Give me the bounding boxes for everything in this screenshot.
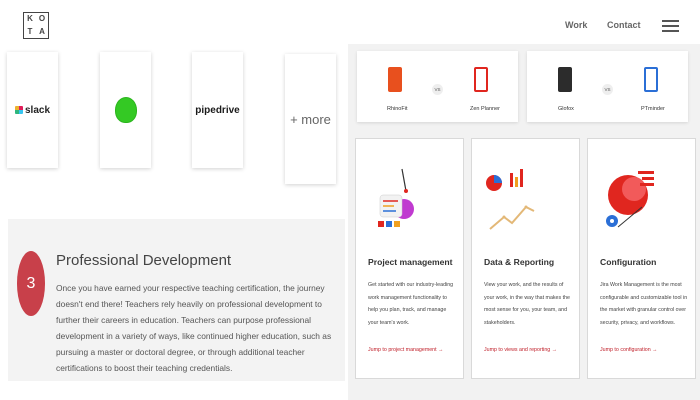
project-management-illustration-icon bbox=[378, 168, 414, 227]
comparison-card-rhinofit-zenplanner[interactable]: VS RhinoFit Zen Planner bbox=[357, 51, 518, 122]
pipedrive-label: pipedrive bbox=[195, 104, 240, 116]
feature-card-data-reporting[interactable]: Data & Reporting View your work, and the… bbox=[471, 138, 580, 379]
nav-work-link[interactable]: Work bbox=[565, 20, 587, 30]
feature-card-configuration[interactable]: Configuration Jira Work Management is th… bbox=[587, 138, 696, 379]
feature-card-project-management[interactable]: Project management Get started with our … bbox=[355, 138, 464, 379]
data-reporting-illustration-icon bbox=[486, 169, 535, 230]
jump-to-configuration-link[interactable]: Jump to configuration → bbox=[600, 347, 657, 353]
feature-body: Jira Work Management is the most configu… bbox=[600, 282, 688, 326]
step-number-badge: 3 bbox=[17, 251, 45, 316]
zenplanner-logo-icon bbox=[474, 67, 488, 92]
nav-contact-link[interactable]: Contact bbox=[607, 20, 641, 30]
integration-tile-cloud[interactable] bbox=[100, 52, 151, 168]
professional-development-body: Once you have earned your respective tea… bbox=[56, 283, 332, 373]
feature-body: View your work, and the results of your … bbox=[484, 282, 570, 326]
hamburger-menu-icon[interactable] bbox=[662, 20, 679, 32]
feature-body: Get started with our industry-leading wo… bbox=[368, 282, 454, 326]
configuration-illustration-icon bbox=[606, 171, 654, 228]
zenplanner-label: Zen Planner bbox=[470, 106, 500, 112]
more-label: + more bbox=[290, 111, 331, 127]
integration-tile-slack[interactable]: slack bbox=[7, 52, 58, 168]
feature-title: Project management bbox=[368, 257, 453, 267]
vs-badge: VS bbox=[432, 84, 443, 95]
jump-to-project-management-link[interactable]: Jump to project management → bbox=[368, 347, 443, 353]
comparison-card-glofox-ptminder[interactable]: VS Glofox PTminder bbox=[527, 51, 688, 122]
glofox-label: Glofox bbox=[558, 106, 574, 112]
professional-development-title: Professional Development bbox=[56, 252, 232, 269]
rhinofit-logo-icon bbox=[388, 67, 402, 92]
feature-title: Data & Reporting bbox=[484, 257, 555, 267]
green-cloud-logo-icon bbox=[115, 98, 136, 122]
slack-label: slack bbox=[24, 104, 51, 116]
ptminder-label: PTminder bbox=[641, 106, 665, 112]
rhinofit-label: RhinoFit bbox=[387, 106, 408, 112]
integration-tile-pipedrive[interactable]: pipedrive bbox=[192, 52, 243, 168]
ptminder-logo-icon bbox=[644, 67, 658, 92]
jump-to-views-reporting-link[interactable]: Jump to views and reporting → bbox=[484, 347, 557, 353]
slack-logo-icon bbox=[14, 106, 23, 114]
glofox-logo-icon bbox=[558, 67, 572, 92]
vs-badge: VS bbox=[602, 84, 613, 95]
top-nav: Work Contact bbox=[0, 20, 700, 34]
feature-title: Configuration bbox=[600, 257, 657, 267]
integration-tile-more[interactable]: + more bbox=[285, 54, 336, 184]
